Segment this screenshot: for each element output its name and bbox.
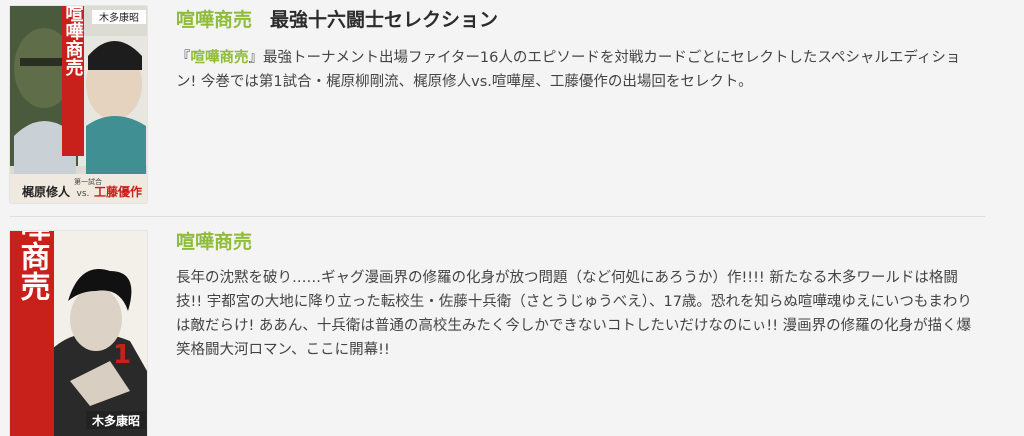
divider <box>10 216 985 217</box>
volume-title: 最強十六闘士セレクション <box>270 9 499 31</box>
entry-description: 長年の沈黙を破り……ギャグ漫画界の修羅の化身が放つ問題（など何処にあろうか）作!… <box>176 270 972 358</box>
cover-small-label: 第一試合 <box>74 177 102 186</box>
list-item: 喧嘩商売 1 木多康昭 喧嘩商売 長年の沈黙を破り……ギャグ漫画界の修羅の化身が… <box>0 218 1024 436</box>
desc-series-highlight: 喧嘩商売 <box>190 50 249 66</box>
cover-caption-right: 工藤優作 <box>94 184 142 199</box>
cover-title-char-1: 喧嘩商売 <box>63 6 84 77</box>
series-title-link[interactable]: 喧嘩商売 <box>176 231 252 253</box>
series-title-link[interactable]: 喧嘩商売 <box>176 9 252 31</box>
desc-open-bracket: 『 <box>176 50 191 66</box>
cover-author: 木多康昭 <box>91 413 140 428</box>
cover-image[interactable]: 喧嘩商売 1 木多康昭 <box>10 231 147 436</box>
cover-caption-vs: vs. <box>77 189 90 199</box>
cover-author: 木多康昭 <box>99 11 139 24</box>
entry-title: 喧嘩商売 <box>176 230 252 254</box>
list-item: 喧嘩商売 木多康昭 梶原修人 vs. 工藤優作 第一試合 喧嘩商売 最強十六闘士セ… <box>0 0 1024 218</box>
cover-caption-left: 梶原修人 <box>22 184 71 199</box>
cover-vertical-title: 喧嘩商売 <box>15 231 51 302</box>
desc-text: 』最強トーナメント出場ファイター16人のエピソードを対戦カードごとにセレクトした… <box>176 50 961 90</box>
cover-image[interactable]: 喧嘩商売 木多康昭 梶原修人 vs. 工藤優作 第一試合 <box>10 6 147 203</box>
entry-title: 喧嘩商売 最強十六闘士セレクション <box>176 8 498 32</box>
entry-description: 『喧嘩商売』最強トーナメント出場ファイター16人のエピソードを対戦カードごとにセ… <box>176 46 976 94</box>
manga-list: 喧嘩商売 木多康昭 梶原修人 vs. 工藤優作 第一試合 喧嘩商売 最強十六闘士セ… <box>0 0 1024 436</box>
cover-volume-number: 1 <box>113 340 131 370</box>
